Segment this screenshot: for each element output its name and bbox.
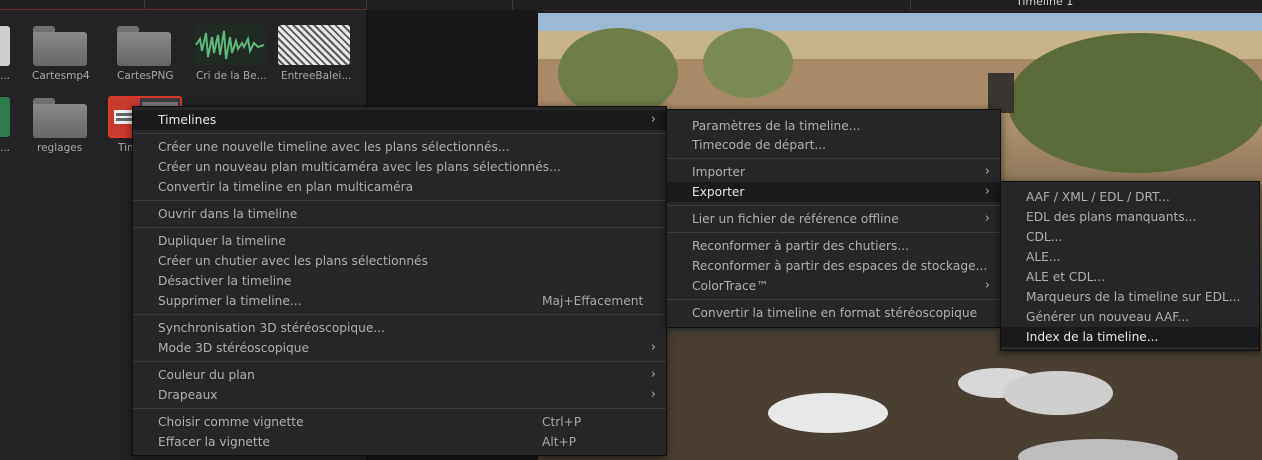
folder-label: CartesPNG — [117, 70, 174, 82]
menu-item-reconform-bins[interactable]: Reconformer à partir des chutiers... — [667, 236, 1000, 256]
menu-item-export-ale[interactable]: ALE... — [1001, 247, 1259, 267]
menu-item-duplicate[interactable]: Dupliquer la timeline — [133, 231, 666, 251]
exporter-submenu: AAF / XML / EDL / DRT... EDL des plans m… — [1000, 181, 1260, 351]
menu-item-timeline-settings[interactable]: Paramètres de la timeline... — [667, 116, 1000, 136]
menu-separator — [667, 299, 1000, 300]
chevron-right-icon: › — [650, 387, 656, 402]
toolbar-divider — [366, 0, 367, 10]
menu-item-convert-multicam[interactable]: Convertir la timeline en plan multicamér… — [133, 177, 666, 197]
clip-label: Cri de la Be... — [196, 70, 267, 82]
menu-item-link-offline-ref[interactable]: Lier un fichier de référence offline › — [667, 209, 1000, 229]
menu-separator — [133, 133, 666, 134]
toolbar-divider — [512, 0, 513, 10]
toolbar-divider — [910, 0, 911, 10]
menu-item-stereo-mode[interactable]: Mode 3D stéréoscopique › — [133, 338, 666, 358]
menu-item-flags[interactable]: Drapeaux › — [133, 385, 666, 405]
folder-icon[interactable] — [117, 26, 171, 68]
clip-label: EntreeBalei... — [281, 70, 352, 82]
menu-item-new-multicam[interactable]: Créer un nouveau plan multicaméra avec l… — [133, 157, 666, 177]
menu-item-convert-stereo[interactable]: Convertir la timeline en format stéréosc… — [667, 303, 1000, 323]
menu-item-open-in-timeline[interactable]: Ouvrir dans la timeline — [133, 204, 666, 224]
menu-item-delete[interactable]: Supprimer la timeline... Maj+Effacement — [133, 291, 666, 311]
menu-separator — [667, 158, 1000, 159]
context-menu: Timelines › Créer une nouvelle timeline … — [132, 106, 667, 456]
menu-separator — [133, 227, 666, 228]
menu-separator — [133, 408, 666, 409]
menu-item-stereo-sync[interactable]: Synchronisation 3D stéréoscopique... — [133, 318, 666, 338]
chevron-right-icon: › — [650, 112, 656, 127]
menu-item-disable[interactable]: Désactiver la timeline — [133, 271, 666, 291]
viewer-title: Timeline 1 — [1016, 0, 1074, 8]
audio-clip-thumbnail[interactable] — [194, 25, 266, 65]
menu-item-colortrace[interactable]: ColorTrace™ › — [667, 276, 1000, 296]
clip-thumbnail[interactable] — [278, 25, 350, 65]
folder-icon[interactable] — [33, 98, 87, 140]
folder-label: reglages — [37, 142, 83, 154]
menu-item-export-ale-cdl[interactable]: ALE et CDL... — [1001, 267, 1259, 287]
menu-separator — [133, 314, 666, 315]
menu-item-export-markers-edl[interactable]: Marqueurs de la timeline sur EDL... — [1001, 287, 1259, 307]
menu-item-timelines[interactable]: Timelines › — [133, 110, 666, 130]
menu-item-timeline-index[interactable]: Index de la timeline... — [1001, 327, 1259, 347]
chevron-right-icon: › — [650, 367, 656, 382]
menu-item-start-timecode[interactable]: Timecode de départ... — [667, 135, 1000, 155]
timelines-submenu: Paramètres de la timeline... Timecode de… — [666, 109, 1001, 328]
shortcut-label: Ctrl+P — [542, 415, 582, 429]
chevron-right-icon: › — [984, 278, 990, 293]
menu-item-create-bin[interactable]: Créer un chutier avec les plans sélectio… — [133, 251, 666, 271]
menu-item-clip-color[interactable]: Couleur du plan › — [133, 365, 666, 385]
menu-item-export-missing-edl[interactable]: EDL des plans manquants... — [1001, 207, 1259, 227]
menu-item-generate-aaf[interactable]: Générer un nouveau AAF... — [1001, 307, 1259, 327]
menu-item-export-cdl[interactable]: CDL... — [1001, 227, 1259, 247]
menu-separator — [133, 200, 666, 201]
menu-item-reconform-storage[interactable]: Reconformer à partir des espaces de stoc… — [667, 256, 1000, 276]
chevron-right-icon: › — [984, 211, 990, 226]
menu-separator — [667, 232, 1000, 233]
chevron-right-icon: › — [650, 340, 656, 355]
shortcut-label: Maj+Effacement — [542, 294, 644, 308]
shortcut-label: Alt+P — [542, 435, 577, 449]
menu-item-new-timeline[interactable]: Créer une nouvelle timeline avec les pla… — [133, 137, 666, 157]
folder-label: Cartesmp4 — [32, 70, 90, 82]
menu-item-export-aaf-xml[interactable]: AAF / XML / EDL / DRT... — [1001, 187, 1259, 207]
clip-thumbnail[interactable] — [0, 97, 10, 137]
chevron-right-icon: › — [984, 164, 990, 179]
chevron-right-icon: › — [984, 184, 990, 199]
menu-separator — [133, 361, 666, 362]
folder-icon[interactable] — [33, 26, 87, 68]
menu-item-clear-thumbnail[interactable]: Effacer la vignette Alt+P — [133, 432, 666, 452]
waveform-icon — [195, 30, 265, 60]
menu-item-import[interactable]: Importer › — [667, 162, 1000, 182]
menu-item-set-thumbnail[interactable]: Choisir comme vignette Ctrl+P — [133, 412, 666, 432]
menu-separator — [667, 205, 1000, 206]
clip-label: ... — [0, 70, 11, 82]
clip-thumbnail[interactable] — [0, 26, 10, 66]
clip-label: ... — [0, 142, 11, 154]
menu-item-export[interactable]: Exporter › — [667, 182, 1000, 202]
